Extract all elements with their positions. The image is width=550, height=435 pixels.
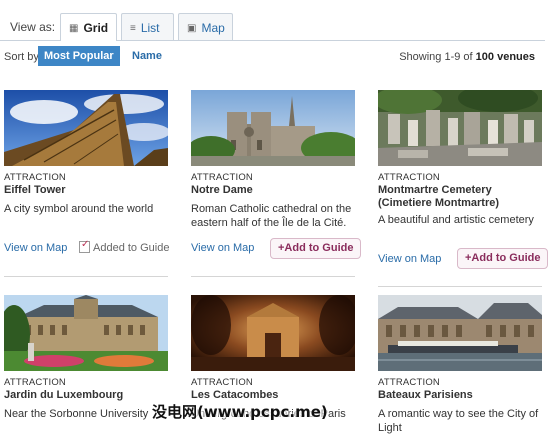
tab-map[interactable]: ▣ Map [178,13,233,40]
view-on-map-link[interactable]: View on Map [4,242,67,254]
venue-name[interactable]: Eiffel Tower [4,184,174,197]
venue-category: ATTRACTION [4,377,66,388]
venue-image[interactable] [191,295,355,371]
venue-category: ATTRACTION [191,172,253,183]
watermark: 没电网(www.pcpc.me) [152,403,328,421]
venue-name[interactable]: Bateaux Parisiens [378,389,548,402]
jardin-du-luxembourg-photo [4,295,168,371]
venue-image[interactable] [4,295,168,371]
venue-card: ATTRACTION Eiffel Tower A city symbol ar… [4,90,170,280]
results-total: 100 venues [475,51,535,63]
venue-category: ATTRACTION [4,172,66,183]
venue-card: ATTRACTION Bateaux Parisiens A romantic … [378,295,542,434]
tab-grid[interactable]: ▦ Grid [60,13,117,41]
grid-icon: ▦ [69,23,79,34]
venue-name[interactable]: Jardin du Luxembourg [4,389,174,402]
list-icon: ≡ [130,23,136,34]
view-on-map-link[interactable]: View on Map [378,253,441,265]
les-catacombes-photo [191,295,355,371]
venue-description: A romantic way to see the City of Light [378,408,539,434]
card-divider [4,276,168,277]
notre-dame-photo [191,90,355,166]
bateaux-parisiens-photo [378,295,542,371]
venue-name[interactable]: Notre Dame [191,184,361,197]
tab-grid-label: Grid [83,21,109,35]
venue-card: ATTRACTION Notre Dame Roman Catholic cat… [191,90,362,280]
venue-description: Roman Catholic cathedral on the eastern … [191,203,352,229]
venue-card: ATTRACTION Montmartre Cemetery (Cimetier… [378,90,549,290]
view-on-map-link[interactable]: View on Map [191,242,254,254]
checkmark-icon [79,239,90,253]
montmartre-cemetery-photo [378,90,542,166]
sort-most-popular-button[interactable]: Most Popular [38,46,120,66]
venue-image[interactable] [4,90,168,166]
results-prefix: Showing 1-9 of [399,51,473,63]
results-count: Showing 1-9 of 100 venues [399,51,535,63]
add-to-guide-button[interactable]: +Add to Guide [270,238,362,259]
eiffel-tower-photo [4,90,168,166]
view-as-label: View as: [10,20,56,34]
added-to-guide-label: Added to Guide [93,242,170,254]
tab-list-label: List [140,21,160,35]
sort-name-button[interactable]: Name [126,46,168,66]
venue-category: ATTRACTION [191,377,253,388]
venue-card: ATTRACTION Jardin du Luxembourg Near the… [4,295,168,434]
sort-by-label: Sort by: [4,51,42,63]
map-icon: ▣ [187,23,197,34]
added-to-guide-status[interactable]: Added to Guide [79,239,170,254]
venue-image[interactable] [378,295,542,371]
venue-category: ATTRACTION [378,172,440,183]
venue-description: Near the Sorbonne University [4,408,149,420]
tab-list[interactable]: ≡ List [121,13,174,40]
venue-name[interactable]: Montmartre Cemetery (Cimetiere Montmartr… [378,184,548,210]
venue-description: A beautiful and artistic cemetery [378,214,534,226]
card-divider [191,276,355,277]
add-to-guide-button[interactable]: +Add to Guide [457,248,549,269]
venue-image[interactable] [191,90,355,166]
card-divider [378,286,542,287]
venue-category: ATTRACTION [378,377,440,388]
venue-description: A city symbol around the world [4,203,154,215]
sort-bar: Sort by: Most Popular Name Showing 1-9 o… [0,46,550,68]
venue-image[interactable] [378,90,542,166]
view-switcher: View as: ▦ Grid ≡ List ▣ Map [0,0,550,41]
tab-map-label: Map [201,21,225,35]
